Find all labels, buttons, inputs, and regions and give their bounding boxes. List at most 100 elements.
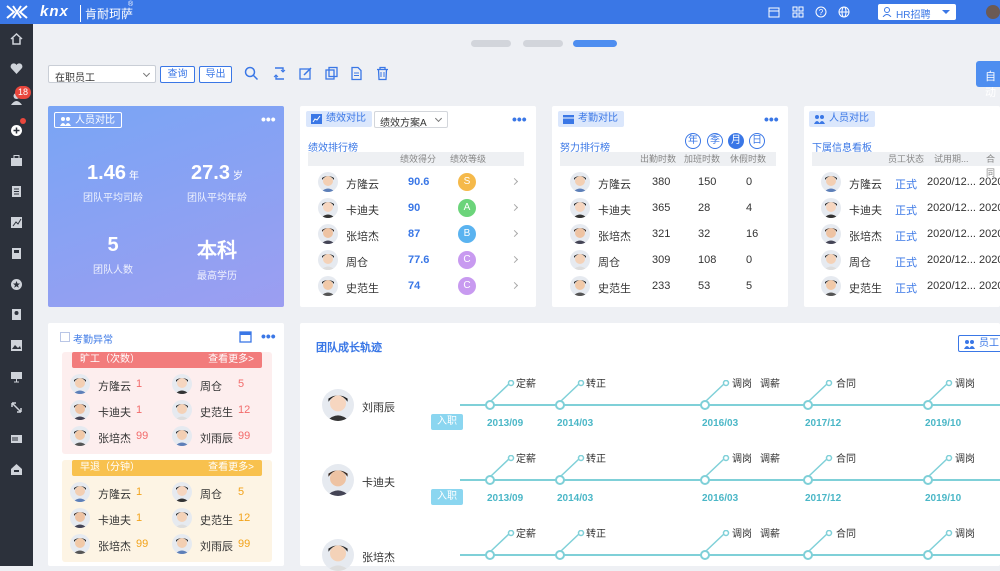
monitor-icon[interactable] [10,370,23,383]
table-row[interactable]: 方隆云 90.6 S [318,172,528,192]
list-item[interactable]: 周仓 5 [172,374,272,394]
chevron-right-icon[interactable] [510,203,519,212]
table-row[interactable]: 方隆云 380 150 0 [570,172,780,192]
table-row[interactable]: 周仓 309 108 0 [570,250,780,270]
trash-icon[interactable] [375,66,390,81]
table-row[interactable]: 史范生 正式 2020/12...2020 [821,276,1000,296]
card-tag[interactable]: 人员对比 [809,111,875,127]
search-icon[interactable] [244,66,259,81]
building-icon[interactable] [10,463,23,476]
list-item[interactable]: 史范生 12 [172,508,272,528]
list-item[interactable]: 张培杰 99 [70,426,170,446]
chevron-right-icon[interactable] [510,229,519,238]
badge-icon[interactable] [10,308,23,321]
help-icon[interactable]: ? [815,6,827,18]
chevron-right-icon[interactable] [510,255,519,264]
table-row[interactable]: 卡迪夫 正式 2020/12...2020 [821,198,1000,218]
list-item[interactable]: 周仓 5 [172,482,272,502]
period-day[interactable]: 日 [749,133,765,149]
table-row[interactable]: 史范生 233 53 5 [570,276,780,296]
view-more-link[interactable]: 查看更多> [208,352,254,368]
event-date: 2019/10 [925,418,962,429]
calendar-icon[interactable] [768,6,780,18]
page-dot-1[interactable] [471,40,511,47]
calendar-icon[interactable] [239,330,252,343]
list-item[interactable]: 刘雨辰 99 [172,426,272,446]
employee-button[interactable]: 员工 [958,335,1000,352]
list-item[interactable]: 刘雨辰 99 [172,534,272,554]
more-icon[interactable]: ••• [261,328,276,344]
chart-icon[interactable] [10,216,23,229]
card-tag-label: 人员对比 [829,113,869,124]
employee-name: 张培杰 [346,231,379,243]
employee-status-select[interactable]: 在职员工 [48,65,156,84]
briefcase-icon[interactable] [10,154,23,167]
edit-icon[interactable] [298,66,313,81]
list-item[interactable]: 张培杰 99 [70,534,170,554]
column-header: 出勤时数 [640,154,677,164]
table-row[interactable]: 张培杰 87 B [318,224,528,244]
period-month[interactable]: 月 [728,133,744,149]
id-card-icon[interactable] [10,432,23,445]
chevron-right-icon[interactable] [510,281,519,290]
employee-name: 周仓 [200,489,222,501]
avatar[interactable] [986,5,1000,19]
query-button[interactable]: 查询 [160,66,195,83]
list-item[interactable]: 方隆云 1 [70,482,170,502]
table-row[interactable]: 卡迪夫 365 28 4 [570,198,780,218]
table-row[interactable]: 张培杰 正式 2020/12...2020 [821,224,1000,244]
checkbox-icon[interactable] [60,332,70,342]
image-icon[interactable] [10,339,23,352]
avatar [70,482,90,502]
table-row[interactable]: 方隆云 正式 2020/12...2020 [821,172,1000,192]
page-dot-2[interactable] [523,40,563,47]
view-more-link[interactable]: 查看更多> [208,460,254,476]
table-row[interactable]: 卡迪夫 90 A [318,198,528,218]
more-icon[interactable]: ••• [261,111,276,127]
document-icon[interactable] [10,185,23,198]
list-item[interactable]: 史范生 12 [172,400,272,420]
card-tag[interactable]: 人员对比 [54,112,122,128]
more-icon[interactable]: ••• [512,111,527,127]
card-tag[interactable]: 考勤对比 [558,111,624,127]
transfer-icon[interactable] [272,66,287,81]
stat-tenure: 1.46 年团队平均司龄 [58,162,168,204]
globe-icon[interactable] [838,6,850,18]
home-icon[interactable] [10,32,23,45]
overtime-hours: 150 [698,176,717,188]
list-item[interactable]: 方隆云 1 [70,374,170,394]
more-icon[interactable]: ••• [764,111,779,127]
chevron-right-icon[interactable] [510,177,519,186]
book-icon[interactable] [10,247,23,260]
table-row[interactable]: 周仓 77.6 C [318,250,528,270]
card-tag[interactable]: 绩效对比 [306,111,372,127]
copy-icon[interactable] [324,66,339,81]
table-row[interactable]: 史范生 74 C [318,276,528,296]
heart-icon[interactable] [10,62,23,75]
list-item[interactable]: 卡迪夫 1 [70,400,170,420]
employee-name: 方隆云 [598,179,631,191]
grade-badge: S [458,173,476,191]
timeline-line [460,554,1000,556]
employee-name: 方隆云 [849,179,882,191]
event-date: 2019/10 [925,493,962,504]
grade-badge: C [458,277,476,295]
file-icon[interactable] [349,66,364,81]
role-select[interactable]: HR招聘 [878,4,956,21]
page-dot-3-active[interactable] [573,40,617,47]
avatar [322,539,354,571]
export-button[interactable]: 导出 [199,66,232,83]
add-circle-icon[interactable] [10,124,23,137]
event-label: 调岗 [732,379,752,390]
list-item[interactable]: 卡迪夫 1 [70,508,170,528]
grid-icon[interactable] [792,6,804,18]
period-year[interactable]: 年 [685,133,701,149]
star-icon[interactable] [10,278,23,291]
plan-select[interactable]: 绩效方案A [374,111,448,129]
avatar [322,464,354,496]
table-row[interactable]: 张培杰 321 32 16 [570,224,780,244]
auto-tab[interactable]: 自动 [976,61,1000,99]
period-quarter[interactable]: 季 [707,133,723,149]
table-row[interactable]: 周仓 正式 2020/12...2020 [821,250,1000,270]
expand-icon[interactable] [10,401,23,414]
